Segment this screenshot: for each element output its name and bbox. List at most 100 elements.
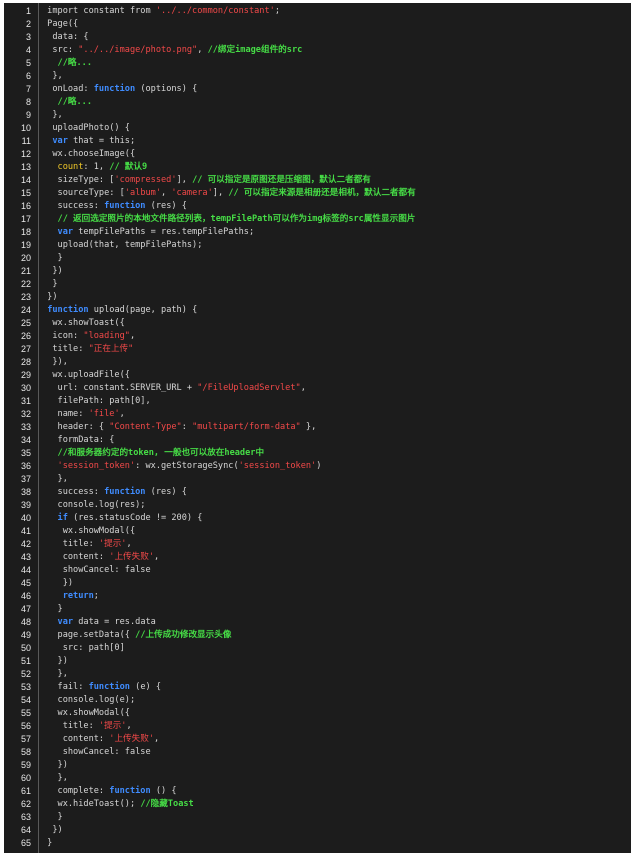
code-line[interactable]: 48 var data = res.data (4, 616, 631, 629)
code-content: header: { "Content-Type": "multipart/for… (42, 421, 627, 434)
code-line[interactable]: 38 success: function (res) { (4, 486, 631, 499)
code-line[interactable]: 14 sizeType: ['compressed'], // 可以指定是原图还… (4, 174, 631, 187)
code-content: }, (42, 668, 627, 681)
code-line[interactable]: 6 }, (4, 70, 631, 83)
code-line[interactable]: 20 } (4, 252, 631, 265)
code-line[interactable]: 17 // 返回选定照片的本地文件路径列表，tempFilePath可以作为im… (4, 213, 631, 226)
code-line[interactable]: 3 data: { (4, 31, 631, 44)
code-line[interactable]: 22 } (4, 278, 631, 291)
code-line[interactable]: 31 filePath: path[0], (4, 395, 631, 408)
line-number: 45 (20, 578, 31, 588)
code-line[interactable]: 24 function upload(page, path) { (4, 304, 631, 317)
code-line[interactable]: 54 console.log(e); (4, 694, 631, 707)
code-content: console.log(res); (42, 499, 627, 512)
code-text: uploadPhoto() { (42, 123, 130, 133)
code-content: console.log(e); (42, 694, 627, 707)
code-line[interactable]: 25 wx.showToast({ (4, 317, 631, 330)
code-line[interactable]: 21 }) (4, 265, 631, 278)
code-line[interactable]: 52 }, (4, 668, 631, 681)
code-content: complete: function () { (42, 785, 627, 798)
code-line[interactable]: 15 sourceType: ['album', 'camera'], // 可… (4, 187, 631, 200)
code-line[interactable]: 26 icon: "loading", (4, 330, 631, 343)
line-number: 41 (20, 526, 31, 536)
code-line[interactable]: 28 }), (4, 356, 631, 369)
code-line[interactable]: 63 } (4, 811, 631, 824)
code-line[interactable]: 30 url: constant.SERVER_URL + "/FileUplo… (4, 382, 631, 395)
code-line[interactable]: 4 src: "../../image/photo.png", //绑定imag… (4, 44, 631, 57)
code-line[interactable]: 42 title: '提示', (4, 538, 631, 551)
code-line[interactable]: 34 formData: { (4, 434, 631, 447)
code-line[interactable]: 62 wx.hideToast(); //隐藏Toast (4, 798, 631, 811)
code-text: showCancel: false (42, 565, 151, 575)
line-number: 47 (20, 604, 31, 614)
code-line[interactable]: 47 } (4, 603, 631, 616)
code-line[interactable]: 35 //和服务器约定的token, 一般也可以放在header中 (4, 447, 631, 460)
line-number: 15 (20, 188, 31, 198)
code-line[interactable]: 39 console.log(res); (4, 499, 631, 512)
code-line[interactable]: 50 src: path[0] (4, 642, 631, 655)
code-line[interactable]: 43 content: '上传失败', (4, 551, 631, 564)
line-number: 61 (20, 786, 31, 796)
code-line[interactable]: 8 //略... (4, 96, 631, 109)
code-text: () { (150, 786, 177, 796)
code-line[interactable]: 59 }) (4, 759, 631, 772)
code-line[interactable]: 64 }) (4, 824, 631, 837)
code-line[interactable]: 40 if (res.statusCode != 200) { (4, 512, 631, 525)
code-text: formData: { (42, 435, 115, 445)
code-content: }, (42, 772, 627, 785)
code-line[interactable]: 11 var that = this; (4, 135, 631, 148)
code-line[interactable]: 2 Page({ (4, 18, 631, 31)
line-number: 12 (20, 149, 31, 159)
code-editor[interactable]: 1 import constant from '../../common/con… (4, 3, 631, 853)
code-line[interactable]: 12 wx.chooseImage({ (4, 148, 631, 161)
code-line[interactable]: 16 success: function (res) { (4, 200, 631, 213)
code-line[interactable]: 36 'session_token': wx.getStorageSync('s… (4, 460, 631, 473)
code-line[interactable]: 57 content: '上传失败', (4, 733, 631, 746)
code-line[interactable]: 45 }) (4, 577, 631, 590)
code-line[interactable]: 10 uploadPhoto() { (4, 122, 631, 135)
code-line[interactable]: 53 fail: function (e) { (4, 681, 631, 694)
string-literal: 'camera' (171, 188, 213, 198)
code-line[interactable]: 51 }) (4, 655, 631, 668)
code-line[interactable]: 33 header: { "Content-Type": "multipart/… (4, 421, 631, 434)
line-number: 62 (20, 799, 31, 809)
code-line[interactable]: 19 upload(that, tempFilePaths); (4, 239, 631, 252)
code-text: name: (42, 409, 89, 419)
code-line[interactable]: 37 }, (4, 473, 631, 486)
code-content: uploadPhoto() { (42, 122, 627, 135)
code-line[interactable]: 29 wx.uploadFile({ (4, 369, 631, 382)
code-content: }) (42, 759, 627, 772)
line-number: 3 (25, 32, 31, 42)
code-line[interactable]: 61 complete: function () { (4, 785, 631, 798)
code-line[interactable]: 18 var tempFilePaths = res.tempFilePaths… (4, 226, 631, 239)
code-text: success: (42, 201, 105, 211)
code-line[interactable]: 5 //略... (4, 57, 631, 70)
code-line[interactable]: 55 wx.showModal({ (4, 707, 631, 720)
code-text: } (42, 253, 63, 263)
keyword: if (57, 513, 68, 523)
code-text: upload(page, path) { (88, 305, 198, 315)
code-line[interactable]: 65 } (4, 837, 631, 850)
code-line[interactable]: 13 count: 1, // 默认9 (4, 161, 631, 174)
code-line[interactable]: 32 name: 'file', (4, 408, 631, 421)
code-text: sourceType: [ (42, 188, 125, 198)
code-line[interactable]: 41 wx.showModal({ (4, 525, 631, 538)
code-line[interactable]: 9 }, (4, 109, 631, 122)
code-line[interactable]: 58 showCancel: false (4, 746, 631, 759)
code-line[interactable]: 46 return; (4, 590, 631, 603)
code-line[interactable]: 1 import constant from '../../common/con… (4, 5, 631, 18)
string-literal: '上传失败' (109, 734, 154, 744)
line-number: 57 (20, 734, 31, 744)
line-number: 10 (20, 123, 31, 133)
code-line[interactable]: 60 }, (4, 772, 631, 785)
code-text: , (119, 409, 125, 419)
code-line[interactable]: 23 }) (4, 291, 631, 304)
line-number: 9 (25, 110, 31, 120)
code-content: var data = res.data (42, 616, 627, 629)
code-line[interactable]: 56 title: '提示', (4, 720, 631, 733)
code-line[interactable]: 44 showCancel: false (4, 564, 631, 577)
code-line[interactable]: 27 title: "正在上传" (4, 343, 631, 356)
code-line[interactable]: 49 page.setData({ //上传成功修改显示头像 (4, 629, 631, 642)
code-line[interactable]: 7 onLoad: function (options) { (4, 83, 631, 96)
